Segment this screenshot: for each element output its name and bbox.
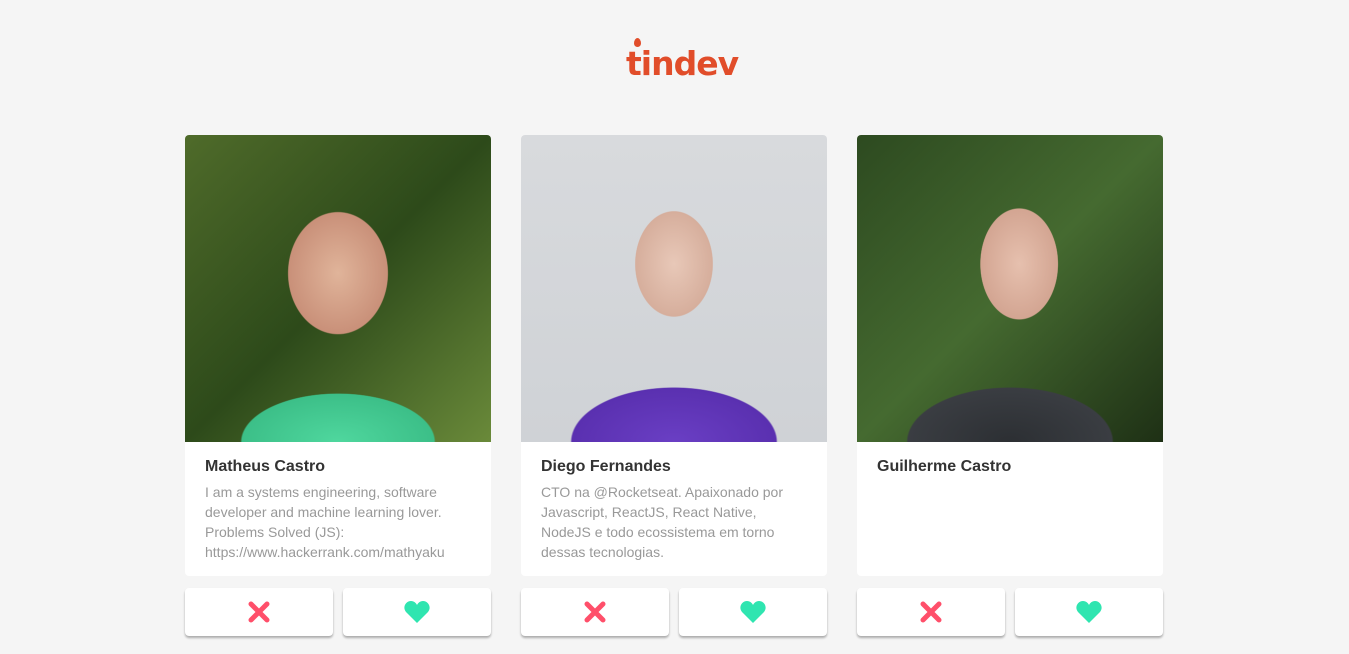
user-card: Matheus Castro I am a systems engineering… (185, 135, 491, 636)
user-name: Guilherme Castro (877, 458, 1012, 475)
flame-icon (634, 38, 641, 47)
heart-icon (740, 601, 766, 623)
close-icon (920, 601, 942, 623)
dislike-button[interactable] (185, 588, 333, 636)
close-icon (584, 601, 606, 623)
user-card: Guilherme Castro (857, 135, 1163, 636)
user-avatar (521, 135, 827, 442)
like-button[interactable] (343, 588, 491, 636)
user-avatar (857, 135, 1163, 442)
user-bio: CTO na @Rocketseat. Apaixonado por Javas… (541, 484, 783, 560)
user-name: Diego Fernandes (541, 458, 671, 475)
like-button[interactable] (1015, 588, 1163, 636)
close-icon (248, 601, 270, 623)
dislike-button[interactable] (857, 588, 1005, 636)
heart-icon (1076, 601, 1102, 623)
tindev-logo: tindev (626, 38, 739, 83)
user-list: Matheus Castro I am a systems engineering… (185, 135, 1163, 636)
user-bio: I am a systems engineering, software dev… (205, 484, 445, 560)
user-card: Diego Fernandes CTO na @Rocketseat. Apaix… (521, 135, 827, 636)
dislike-button[interactable] (521, 588, 669, 636)
user-name: Matheus Castro (205, 458, 326, 475)
like-button[interactable] (679, 588, 827, 636)
user-avatar (185, 135, 491, 442)
heart-icon (404, 601, 430, 623)
